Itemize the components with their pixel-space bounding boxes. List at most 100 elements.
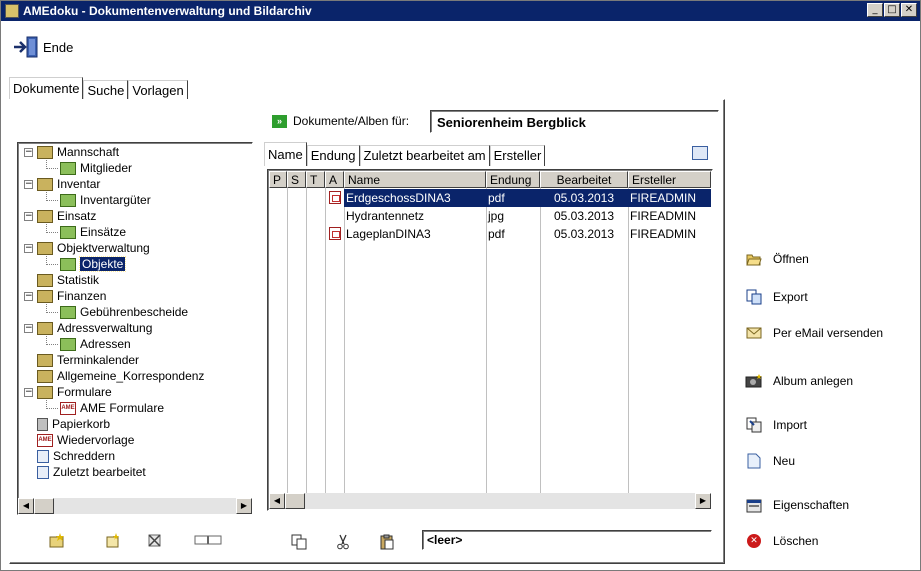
ame-icon: AME — [60, 401, 76, 415]
pdf-icon — [329, 227, 341, 240]
toolbar: Ende — [1, 21, 920, 71]
tree-item[interactable]: Adressen — [60, 336, 131, 352]
ende-button[interactable]: Ende — [13, 36, 73, 58]
action-open-folder[interactable]: Öffnen — [745, 251, 809, 267]
column-header-a[interactable]: A — [325, 171, 344, 188]
tab-dokumente[interactable]: Dokumente — [9, 77, 84, 101]
collapse-toggle-icon[interactable]: − — [24, 291, 33, 301]
cut-icon[interactable] — [334, 534, 352, 550]
tree-item[interactable]: Inventargüter — [60, 192, 151, 208]
column-header-t[interactable]: T — [306, 171, 325, 188]
tree-item-label: Einsätze — [80, 225, 127, 239]
tab-sort-ersteller[interactable]: Ersteller — [489, 145, 546, 166]
tree-item[interactable]: Zuletzt bearbeitet — [37, 464, 146, 480]
collapse-toggle-icon[interactable]: − — [24, 179, 33, 189]
tab-sort-bearbeitet[interactable]: Zuletzt bearbeitet am — [359, 145, 490, 166]
folder-group-icon — [37, 385, 53, 399]
collapse-toggle-icon[interactable]: − — [24, 387, 33, 397]
tree-item[interactable]: Statistik — [37, 272, 99, 288]
action-email[interactable]: Per eMail versenden — [745, 325, 883, 341]
column-header-name[interactable]: Name — [344, 171, 486, 188]
scroll-thumb[interactable] — [34, 498, 54, 514]
action-label: Öffnen — [773, 252, 809, 266]
tab-sort-endung[interactable]: Endung — [306, 145, 360, 166]
tree-item[interactable]: Schreddern — [37, 448, 115, 464]
tree-item[interactable]: Terminkalender — [37, 352, 139, 368]
cell-bearbeitet: 05.03.2013 — [553, 209, 615, 223]
scroll-thumb[interactable] — [285, 493, 305, 509]
table-row[interactable]: ErdgeschossDINA3 pdf 05.03.2013 FIREADMIN — [269, 189, 711, 207]
tree-item-label: Papierkorb — [52, 417, 111, 431]
folder-group-icon — [37, 289, 53, 303]
action-delete[interactable]: ✕ Löschen — [745, 533, 818, 549]
close-button[interactable]: ✕ — [901, 3, 917, 17]
action-camera[interactable]: Album anlegen — [745, 373, 853, 389]
scroll-left-button[interactable]: ◀ — [18, 498, 34, 514]
delete-folder-icon[interactable] — [146, 532, 164, 548]
action-export[interactable]: Export — [745, 289, 808, 305]
tree-item-label: Wiedervorlage — [57, 433, 135, 447]
new-album-icon[interactable] — [104, 532, 122, 548]
action-import[interactable]: Import — [745, 417, 807, 433]
collapse-toggle-icon[interactable]: − — [24, 243, 33, 253]
tree-item[interactable]: − Mannschaft — [24, 144, 119, 160]
document-list[interactable]: P S T A Name Endung Bearbeitet Ersteller — [267, 169, 713, 511]
new-document-icon — [745, 453, 763, 469]
scroll-left-button[interactable]: ◀ — [269, 493, 285, 509]
cell-ersteller: FIREADMIN — [630, 209, 696, 223]
column-header-s[interactable]: S — [287, 171, 306, 188]
app-window: AMEdoku - Dokumentenverwaltung und Bilda… — [0, 0, 921, 571]
collapse-toggle-icon[interactable]: − — [24, 211, 33, 221]
copy-icon[interactable] — [290, 534, 308, 550]
tree-item[interactable]: Papierkorb — [37, 416, 110, 432]
action-properties[interactable]: Eigenschaften — [745, 497, 849, 513]
collapse-toggle-icon[interactable]: − — [24, 147, 33, 157]
table-row[interactable]: LageplanDINA3 pdf 05.03.2013 FIREADMIN — [269, 225, 711, 243]
tab-suche[interactable]: Suche — [83, 80, 129, 101]
tree-connector-line — [46, 312, 58, 313]
tree-item-label: Schreddern — [53, 449, 116, 463]
action-new-document[interactable]: Neu — [745, 453, 795, 469]
tree-item[interactable]: Objekte — [60, 256, 127, 272]
tree-item[interactable]: − Finanzen — [24, 288, 106, 304]
tab-sort-name[interactable]: Name — [264, 142, 307, 166]
scroll-right-button[interactable]: ▶ — [236, 498, 252, 514]
paste-icon[interactable] — [378, 534, 396, 550]
column-header-bearbeitet[interactable]: Bearbeitet — [540, 171, 628, 188]
list-header: P S T A Name Endung Bearbeitet Ersteller — [269, 171, 711, 188]
table-row[interactable]: Hydrantennetz jpg 05.03.2013 FIREADMIN — [269, 207, 711, 225]
column-header-ersteller[interactable]: Ersteller — [628, 171, 711, 188]
tree-horizontal-scrollbar[interactable]: ◀ ▶ — [18, 498, 252, 514]
tree-item[interactable]: Einsätze — [60, 224, 126, 240]
tree-item[interactable]: − Objektverwaltung — [24, 240, 150, 256]
tree-item-label: Gebührenbescheide — [80, 305, 189, 319]
tree-item[interactable]: − Adressverwaltung — [24, 320, 152, 336]
tree-item[interactable]: Allgemeine_Korrespondenz — [37, 368, 204, 384]
rename-icon[interactable] — [194, 532, 222, 548]
collapse-toggle-icon[interactable]: − — [24, 323, 33, 333]
ame-icon: AME — [37, 433, 53, 447]
new-folder-icon[interactable] — [48, 532, 66, 548]
tree-item[interactable]: − Formulare — [24, 384, 112, 400]
tree-item-label: Formulare — [57, 385, 112, 399]
category-tree[interactable]: ◀ ▶ − Mannschaft Mitglieder − Inventar Invent… — [17, 142, 253, 515]
tree-item[interactable]: AME AME Formulare — [60, 400, 164, 416]
tree-item[interactable]: Gebührenbescheide — [60, 304, 188, 320]
tree-item[interactable]: AME Wiedervorlage — [37, 432, 134, 448]
maximize-button[interactable]: □ — [884, 3, 900, 17]
ende-label: Ende — [43, 39, 74, 55]
tab-vorlagen[interactable]: Vorlagen — [128, 80, 188, 101]
tree-item[interactable]: − Inventar — [24, 176, 100, 192]
view-toggle-icon[interactable] — [692, 146, 708, 160]
docs-for-field[interactable]: Seniorenheim Bergblick — [430, 110, 719, 133]
action-label: Neu — [773, 454, 796, 468]
cell-name: Hydrantennetz — [346, 209, 425, 223]
scroll-right-button[interactable]: ▶ — [695, 493, 711, 509]
minimize-button[interactable]: _ — [867, 3, 883, 17]
column-header-p[interactable]: P — [269, 171, 287, 188]
column-header-endung[interactable]: Endung — [486, 171, 540, 188]
tree-connector-line — [46, 264, 58, 265]
list-horizontal-scrollbar[interactable]: ◀ ▶ — [269, 493, 711, 509]
tree-item[interactable]: Mitglieder — [60, 160, 132, 176]
tree-item[interactable]: − Einsatz — [24, 208, 96, 224]
